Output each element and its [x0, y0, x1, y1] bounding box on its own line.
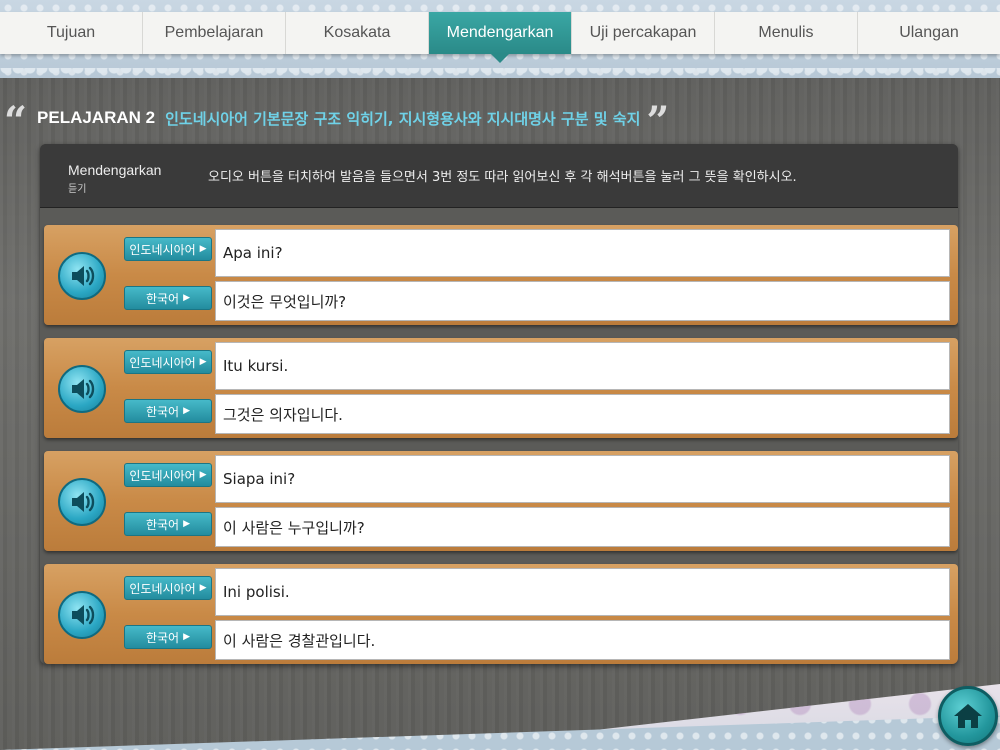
play-arrow-icon: ▶	[199, 470, 207, 480]
play-arrow-icon: ▶	[183, 632, 191, 642]
tab-pembelajaran[interactable]: Pembelajaran	[143, 12, 286, 54]
speaker-icon[interactable]	[58, 365, 106, 413]
sentence-card: 인도네시아어 ▶ 한국어 ▶ Apa ini? 이것은 무엇입니까?	[44, 225, 958, 325]
listening-panel: Mendengarkan 듣기 오디오 버튼을 터치하여 발음을 들으면서 3번…	[40, 144, 958, 664]
tab-kosakata[interactable]: Kosakata	[286, 12, 429, 54]
korean-translation: 이 사람은 경찰관입니다.	[215, 620, 950, 660]
tab-ulangan[interactable]: Ulangan	[858, 12, 1000, 54]
lesson-heading: “ PELAJARAN 2 인도네시아어 기본문장 구조 익히기, 지시형용사와…	[0, 100, 1000, 142]
korean-button[interactable]: 한국어 ▶	[124, 625, 212, 649]
speaker-icon[interactable]	[58, 591, 106, 639]
indonesian-sentence: Itu kursi.	[215, 342, 950, 390]
indonesian-button[interactable]: 인도네시아어 ▶	[124, 350, 212, 374]
indonesian-sentence: Apa ini?	[215, 229, 950, 277]
korean-button[interactable]: 한국어 ▶	[124, 399, 212, 423]
indonesian-sentence: Ini polisi.	[215, 568, 950, 616]
korean-translation: 그것은 의자입니다.	[215, 394, 950, 434]
speaker-icon[interactable]	[58, 478, 106, 526]
korean-translation: 이 사람은 누구입니까?	[215, 507, 950, 547]
close-quote-icon: ”	[646, 98, 670, 145]
indonesian-button-label: 인도네시아어	[129, 242, 196, 257]
play-arrow-icon: ▶	[199, 357, 207, 367]
play-arrow-icon: ▶	[199, 583, 207, 593]
section-label: Mendengarkan 듣기	[40, 144, 208, 195]
korean-translation: 이것은 무엇입니까?	[215, 281, 950, 321]
korean-button-label: 한국어	[145, 517, 180, 532]
section-label-ko: 듣기	[68, 184, 87, 195]
open-quote-icon: “	[4, 98, 28, 145]
instruction-text: 오디오 버튼을 터치하여 발음을 들으면서 3번 정도 따라 읽어보신 후 각 …	[208, 170, 797, 185]
korean-button-label: 한국어	[145, 630, 180, 645]
indonesian-button-label: 인도네시아어	[129, 468, 196, 483]
play-arrow-icon: ▶	[183, 293, 191, 303]
korean-button[interactable]: 한국어 ▶	[124, 286, 212, 310]
korean-button-label: 한국어	[145, 291, 180, 306]
sentence-card: 인도네시아어 ▶ 한국어 ▶ Siapa ini? 이 사람은 누구입니까?	[44, 451, 958, 551]
indonesian-sentence: Siapa ini?	[215, 455, 950, 503]
korean-button[interactable]: 한국어 ▶	[124, 512, 212, 536]
indonesian-button[interactable]: 인도네시아어 ▶	[124, 463, 212, 487]
tab-mendengarkan[interactable]: Mendengarkan	[429, 12, 572, 63]
instruction-bar: Mendengarkan 듣기 오디오 버튼을 터치하여 발음을 들으면서 3번…	[40, 144, 958, 208]
tab-uji-percakapan[interactable]: Uji percakapan	[572, 12, 715, 54]
tab-menulis[interactable]: Menulis	[715, 12, 858, 54]
play-arrow-icon: ▶	[183, 406, 191, 416]
indonesian-button[interactable]: 인도네시아어 ▶	[124, 576, 212, 600]
tab-tujuan[interactable]: Tujuan	[0, 12, 143, 54]
lesson-number: PELAJARAN 2	[37, 108, 156, 127]
indonesian-button-label: 인도네시아어	[129, 355, 196, 370]
play-arrow-icon: ▶	[183, 519, 191, 529]
speaker-icon[interactable]	[58, 252, 106, 300]
section-label-id: Mendengarkan	[68, 162, 162, 178]
home-button[interactable]	[938, 686, 998, 746]
korean-button-label: 한국어	[145, 404, 180, 419]
play-arrow-icon: ▶	[199, 244, 207, 254]
home-icon	[954, 704, 982, 728]
sentence-card: 인도네시아어 ▶ 한국어 ▶ Itu kursi. 그것은 의자입니다.	[44, 338, 958, 438]
tab-bar: Tujuan Pembelajaran Kosakata Mendengarka…	[0, 12, 1000, 63]
indonesian-button-label: 인도네시아어	[129, 581, 196, 596]
indonesian-button[interactable]: 인도네시아어 ▶	[124, 237, 212, 261]
lesson-title: 인도네시아어 기본문장 구조 익히기, 지시형용사와 지시대명사 구분 및 숙지	[165, 109, 641, 128]
sentence-list[interactable]: 인도네시아어 ▶ 한국어 ▶ Apa ini? 이것은 무엇입니까? 인도네시아어 ▶…	[40, 208, 958, 664]
sentence-card: 인도네시아어 ▶ 한국어 ▶ Ini polisi. 이 사람은 경찰관입니다.	[44, 564, 958, 664]
